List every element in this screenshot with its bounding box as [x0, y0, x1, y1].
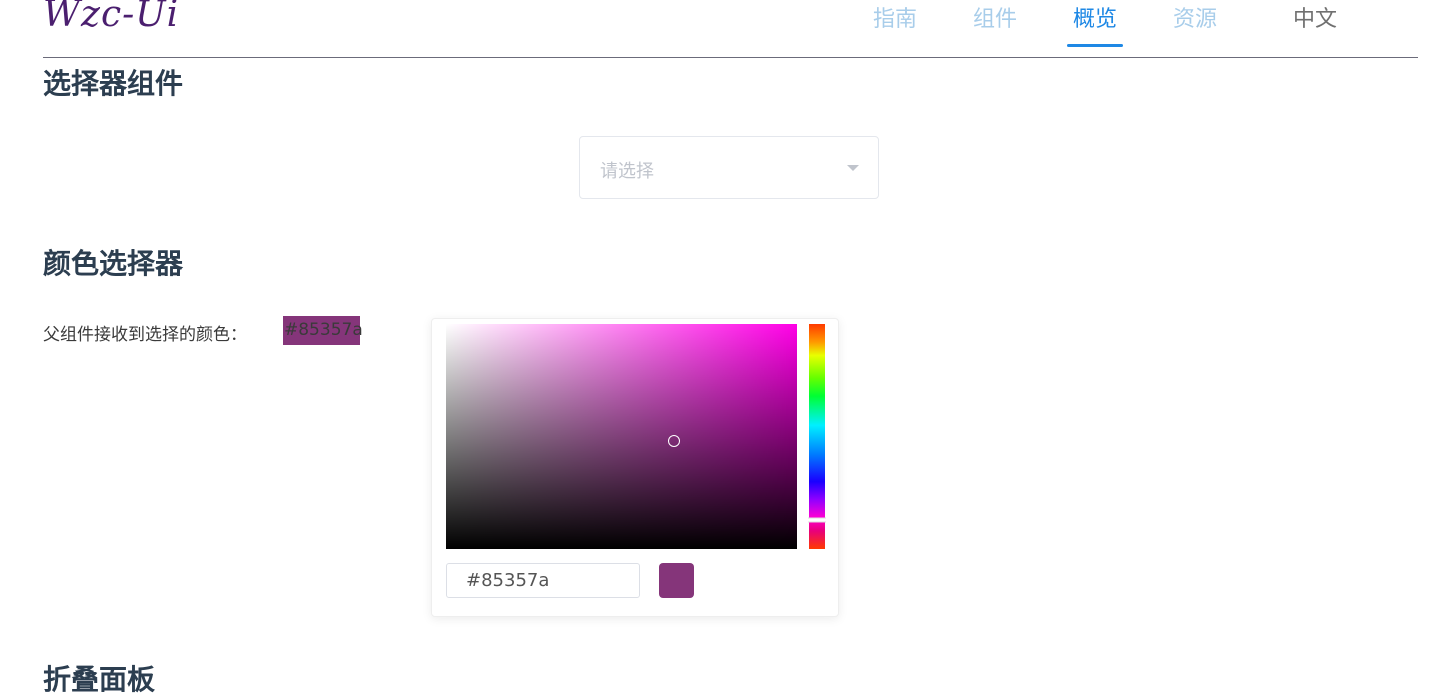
caret-down-icon [847, 165, 859, 171]
collapse-section-title: 折叠面板 [43, 663, 156, 696]
language-switch[interactable]: 中文 [1293, 6, 1337, 46]
color-picker-panel [431, 318, 839, 617]
select-dropdown[interactable]: 请选择 [579, 136, 879, 199]
nav-item-components[interactable]: 组件 [973, 6, 1017, 46]
page: Wzc-Ui 指南 组件 概览 资源 中文 选择器组件 请选择 颜色选择器 父组… [0, 0, 1438, 696]
parent-color-value: #85357a [283, 316, 363, 345]
select-section-title: 选择器组件 [43, 67, 184, 100]
nav-item-guide[interactable]: 指南 [873, 6, 917, 46]
hue-slider-thumb[interactable] [808, 517, 826, 523]
parent-color-label: 父组件接收到选择的颜色： [43, 325, 247, 345]
hex-color-input[interactable] [446, 563, 640, 598]
top-header: Wzc-Ui 指南 组件 概览 资源 中文 [0, 0, 1438, 58]
header-divider [43, 57, 1418, 58]
color-preview-swatch [659, 563, 694, 598]
nav-item-resources[interactable]: 资源 [1173, 6, 1217, 46]
logo[interactable]: Wzc-Ui [43, 0, 179, 35]
nav-item-overview[interactable]: 概览 [1066, 6, 1124, 47]
saturation-value-area[interactable] [446, 324, 797, 549]
color-cursor[interactable] [668, 435, 681, 447]
select-placeholder: 请选择 [600, 161, 654, 182]
color-section-title: 颜色选择器 [43, 247, 184, 280]
hue-slider[interactable] [808, 324, 826, 549]
